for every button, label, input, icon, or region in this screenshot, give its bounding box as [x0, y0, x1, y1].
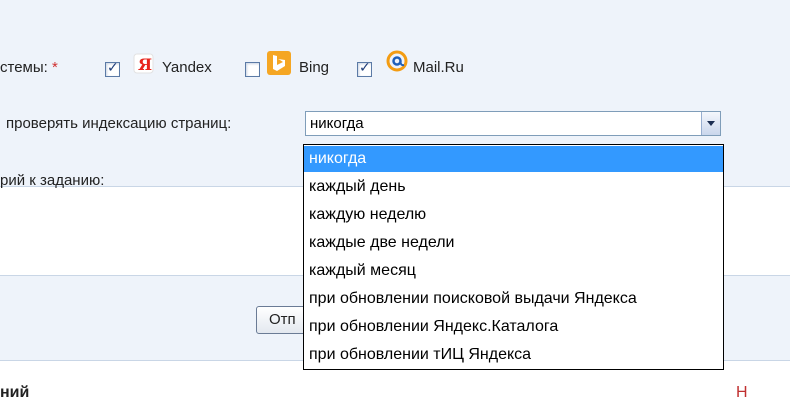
engine-label-bing: Bing	[299, 59, 330, 76]
dropdown-option-monthly[interactable]: каждый месяц	[304, 258, 723, 284]
chevron-down-icon[interactable]	[701, 112, 720, 135]
comment-label: рий к заданию:	[0, 172, 105, 189]
dropdown-option-biweekly[interactable]: каждые две недели	[304, 230, 723, 256]
check-icon: ✓	[359, 59, 371, 75]
dropdown-option-weekly[interactable]: каждую неделю	[304, 202, 723, 228]
frequency-label: проверять индексацию страниц:	[6, 115, 232, 132]
dropdown-option-tic-update[interactable]: при обновлении тИЦ Яндекса	[304, 342, 723, 368]
frequency-dropdown: никогда каждый день каждую неделю каждые…	[303, 144, 724, 370]
engine-label-yandex: Yandex	[162, 59, 212, 76]
engine-checkbox-bing[interactable]	[245, 62, 260, 77]
mailru-icon	[385, 50, 409, 79]
bing-icon	[267, 51, 291, 80]
red-link[interactable]: Н	[736, 384, 748, 402]
dropdown-option-serp-update[interactable]: при обновлении поисковой выдачи Яндекса	[304, 286, 723, 312]
section-heading: ний	[0, 384, 30, 401]
engines-label: стемы: *	[0, 59, 58, 76]
engine-label-mailru: Mail.Ru	[413, 59, 464, 76]
svg-text:Я: Я	[138, 55, 152, 74]
frequency-select-value: никогда	[310, 115, 364, 132]
dropdown-option-daily[interactable]: каждый день	[304, 174, 723, 200]
dropdown-option-catalog-update[interactable]: при обновлении Яндекс.Каталога	[304, 314, 723, 340]
yandex-icon: Я	[133, 53, 157, 80]
dropdown-option-never[interactable]: никогда	[304, 146, 723, 172]
required-mark: *	[51, 59, 58, 76]
engine-checkbox-mailru[interactable]: ✓	[357, 59, 372, 77]
engine-checkbox-yandex[interactable]: ✓	[105, 59, 120, 77]
frequency-select[interactable]: никогда	[305, 111, 721, 136]
check-icon: ✓	[107, 59, 119, 75]
